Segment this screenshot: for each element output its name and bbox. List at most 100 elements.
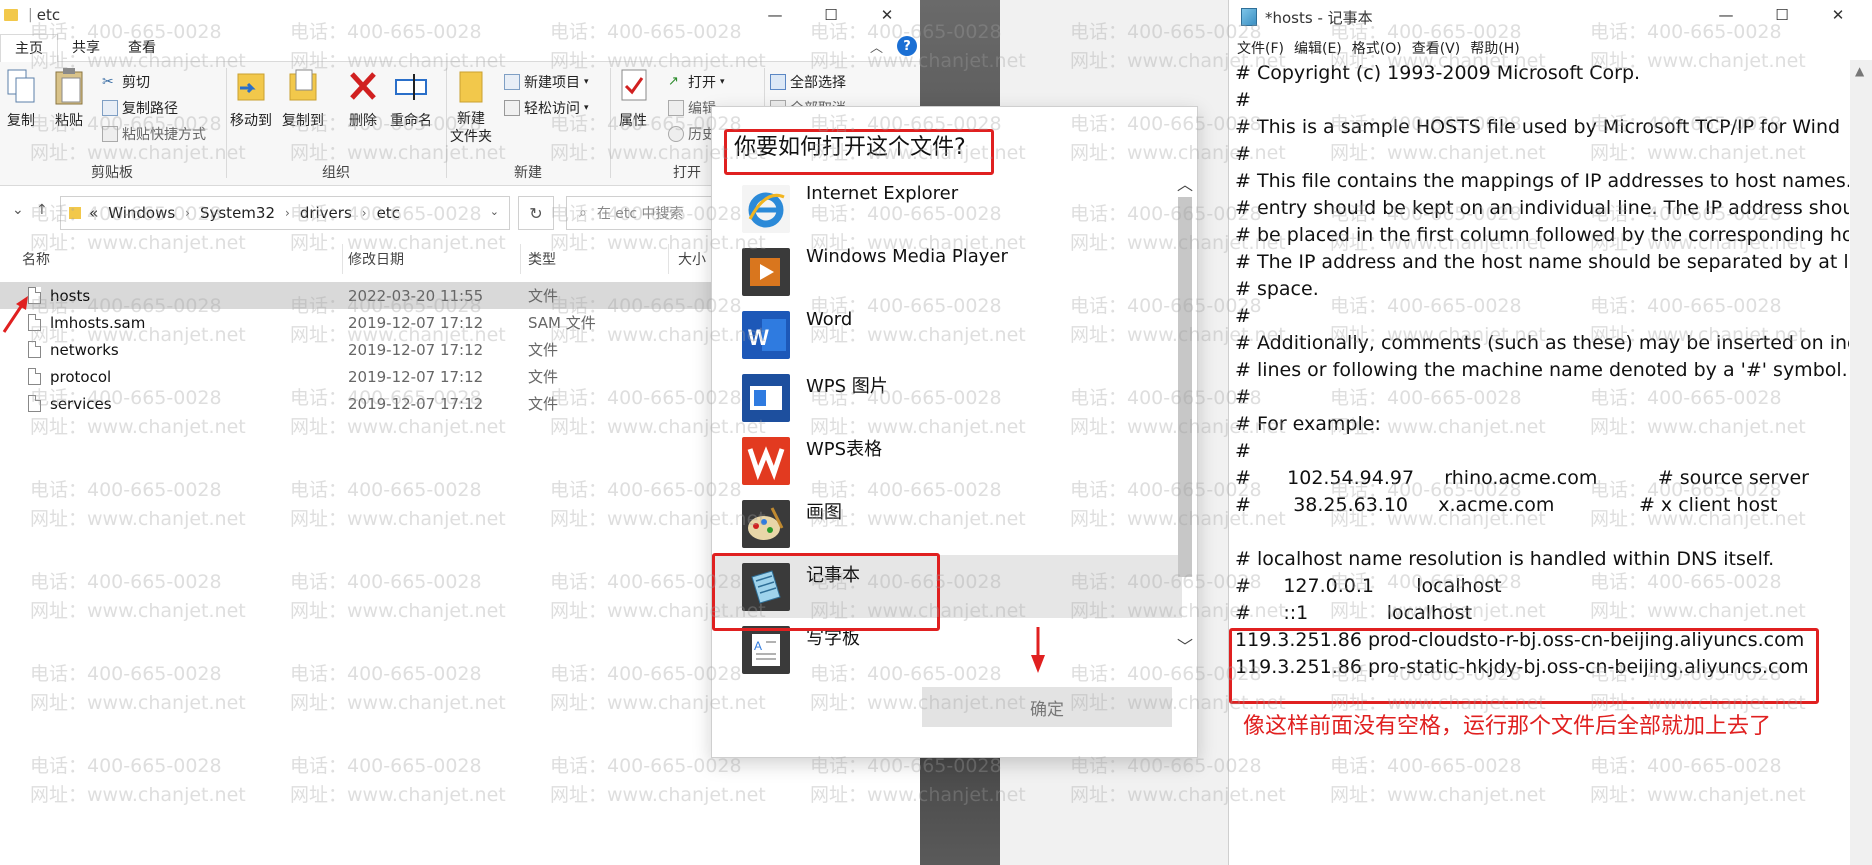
notepad-app-icon bbox=[1241, 8, 1257, 26]
minimize-button[interactable]: — bbox=[752, 0, 798, 30]
minimize-button[interactable]: — bbox=[1703, 0, 1749, 30]
rename-button[interactable]: 重命名 bbox=[390, 66, 432, 130]
cut-button[interactable]: ✂ 剪切 bbox=[102, 72, 150, 92]
tab-share[interactable]: 共享 bbox=[58, 34, 114, 62]
new-item-icon bbox=[504, 74, 520, 90]
app-internet-explorer[interactable]: Internet Explorer bbox=[712, 177, 1182, 240]
scissors-icon: ✂ bbox=[102, 74, 114, 90]
paste-shortcut-button[interactable]: 粘贴快捷方式 bbox=[102, 124, 206, 144]
properties-label: 属性 bbox=[619, 113, 647, 129]
menu-format[interactable]: 格式(O) bbox=[1352, 38, 1402, 58]
column-header-date[interactable]: 修改日期 bbox=[348, 244, 404, 274]
maximize-button[interactable]: ☐ bbox=[808, 0, 854, 30]
column-divider[interactable] bbox=[520, 244, 521, 274]
text-line: # localhost name resolution is handled w… bbox=[1235, 548, 1775, 570]
notepad-scrollbar[interactable]: ▲ bbox=[1850, 60, 1872, 865]
chevron-down-icon[interactable]: ⌄ bbox=[490, 205, 499, 218]
text-line: # This is a sample HOSTS file used by Mi… bbox=[1235, 116, 1841, 138]
move-to-button[interactable]: 移动到 bbox=[230, 66, 272, 130]
app-word[interactable]: W Word bbox=[712, 303, 1182, 366]
app-windows-media-player[interactable]: Windows Media Player bbox=[712, 240, 1182, 303]
delete-button[interactable]: 删除 bbox=[346, 66, 380, 130]
rename-icon bbox=[395, 74, 427, 100]
file-name: protocol bbox=[50, 367, 112, 386]
close-button[interactable]: ✕ bbox=[1815, 0, 1861, 30]
breadcrumb-system32[interactable]: System32 bbox=[200, 204, 275, 222]
text-line: # bbox=[1235, 89, 1251, 111]
file-name: lmhosts.sam bbox=[50, 313, 146, 332]
menu-edit[interactable]: 编辑(E) bbox=[1294, 38, 1342, 58]
search-input[interactable]: ⌕ 在 etc 中搜索 bbox=[566, 196, 720, 230]
easy-access-icon bbox=[504, 100, 520, 116]
new-item-button[interactable]: 新建项目 ▾ bbox=[504, 72, 589, 92]
scroll-down-icon[interactable]: ﹀ bbox=[1177, 633, 1193, 657]
properties-button[interactable]: 属性 bbox=[616, 66, 650, 130]
ok-button[interactable]: 确定 bbox=[922, 687, 1172, 727]
close-button[interactable]: ✕ bbox=[864, 0, 910, 30]
ribbon-group-clipboard: 复制 粘贴 ✂ 剪切 复制路径 粘贴快捷方式 剪贴板 bbox=[0, 62, 224, 186]
file-row-networks[interactable]: networks 2019-12-07 17:12 文件 bbox=[0, 336, 720, 363]
open-button[interactable]: ↗ 打开 ▾ bbox=[668, 72, 725, 92]
breadcrumb-windows[interactable]: Windows bbox=[108, 204, 175, 222]
help-icon[interactable]: ? bbox=[897, 36, 918, 56]
scroll-up-icon[interactable]: ︿ bbox=[1177, 171, 1193, 195]
notepad-text-area[interactable]: # Copyright (c) 1993-2009 Microsoft Corp… bbox=[1235, 60, 1849, 865]
copy-label: 复制 bbox=[7, 113, 35, 129]
clipboard-group-label: 剪贴板 bbox=[91, 165, 133, 181]
ribbon-divider bbox=[610, 68, 611, 178]
maximize-button[interactable]: ☐ bbox=[1759, 0, 1805, 30]
media-player-icon bbox=[742, 248, 790, 296]
chevron-down-icon: ▾ bbox=[584, 103, 589, 113]
scroll-up-icon[interactable]: ▲ bbox=[1855, 64, 1864, 78]
dialog-scrollbar[interactable]: ︿ ﹀ bbox=[1175, 175, 1195, 657]
recent-locations-icon[interactable]: ⌄ bbox=[12, 202, 24, 218]
copy-button[interactable]: 复制 bbox=[4, 66, 38, 130]
file-row-hosts[interactable]: hosts 2022-03-20 11:55 文件 bbox=[0, 282, 720, 309]
ribbon-collapse-icon[interactable]: ︿ bbox=[870, 37, 883, 56]
chevron-right-icon: › bbox=[185, 206, 190, 220]
copy-to-button[interactable]: 复制到 bbox=[282, 66, 324, 130]
app-wps-picture[interactable]: WPS 图片 bbox=[712, 366, 1182, 429]
refresh-button[interactable]: ↻ bbox=[518, 196, 554, 230]
annotation-note: 像这样前面没有空格，运行那个文件后全部就加上去了 bbox=[1243, 714, 1772, 739]
scrollbar-thumb[interactable] bbox=[1178, 197, 1192, 577]
app-paint[interactable]: 画图 bbox=[712, 492, 1182, 555]
breadcrumb-drivers[interactable]: drivers bbox=[300, 204, 352, 222]
edit-button[interactable]: 编辑 bbox=[668, 98, 716, 118]
file-type: 文件 bbox=[528, 368, 559, 386]
tab-view[interactable]: 查看 bbox=[114, 34, 170, 62]
column-divider[interactable] bbox=[668, 244, 669, 274]
address-bar[interactable]: « Windows › System32 › drivers › etc ⌄ bbox=[60, 196, 510, 230]
column-header-size[interactable]: 大小 bbox=[678, 244, 706, 274]
menu-help[interactable]: 帮助(H) bbox=[1470, 38, 1519, 58]
column-header-name[interactable]: 名称 bbox=[22, 244, 50, 274]
copy-path-button[interactable]: 复制路径 bbox=[102, 98, 178, 118]
new-folder-label: 新建 文件夹 bbox=[450, 111, 492, 145]
open-label: 打开 bbox=[688, 75, 716, 91]
paste-icon bbox=[55, 68, 83, 105]
easy-access-button[interactable]: 轻松访问 ▾ bbox=[504, 98, 589, 118]
file-row-protocol[interactable]: protocol 2019-12-07 17:12 文件 bbox=[0, 363, 720, 390]
breadcrumb-overflow[interactable]: « bbox=[89, 204, 98, 222]
tab-home[interactable]: 主页 bbox=[0, 33, 58, 62]
column-header-type[interactable]: 类型 bbox=[528, 244, 556, 274]
new-folder-button[interactable]: 新建 文件夹 bbox=[450, 66, 492, 146]
menu-view[interactable]: 查看(V) bbox=[1412, 38, 1461, 58]
text-line: # bbox=[1235, 440, 1251, 462]
delete-icon bbox=[350, 72, 376, 100]
copy-to-icon bbox=[289, 69, 317, 101]
breadcrumb-etc[interactable]: etc bbox=[377, 204, 400, 222]
history-button[interactable]: 历史 bbox=[668, 124, 716, 144]
file-row-lmhosts[interactable]: lmhosts.sam 2019-12-07 17:12 SAM 文件 bbox=[0, 309, 720, 336]
chevron-right-icon: › bbox=[285, 206, 290, 220]
column-divider[interactable] bbox=[342, 244, 343, 274]
file-row-services[interactable]: services 2019-12-07 17:12 文件 bbox=[0, 390, 720, 417]
wps-picture-icon bbox=[742, 374, 790, 422]
paste-button[interactable]: 粘贴 bbox=[52, 66, 86, 130]
select-all-button[interactable]: 全部选择 bbox=[770, 72, 846, 92]
up-arrow-icon[interactable]: ↑ bbox=[36, 202, 48, 218]
text-line: # bbox=[1235, 386, 1251, 408]
app-wps-sheet[interactable]: WPS表格 bbox=[712, 429, 1182, 492]
file-date: 2019-12-07 17:12 bbox=[348, 367, 484, 386]
menu-file[interactable]: 文件(F) bbox=[1237, 38, 1284, 58]
